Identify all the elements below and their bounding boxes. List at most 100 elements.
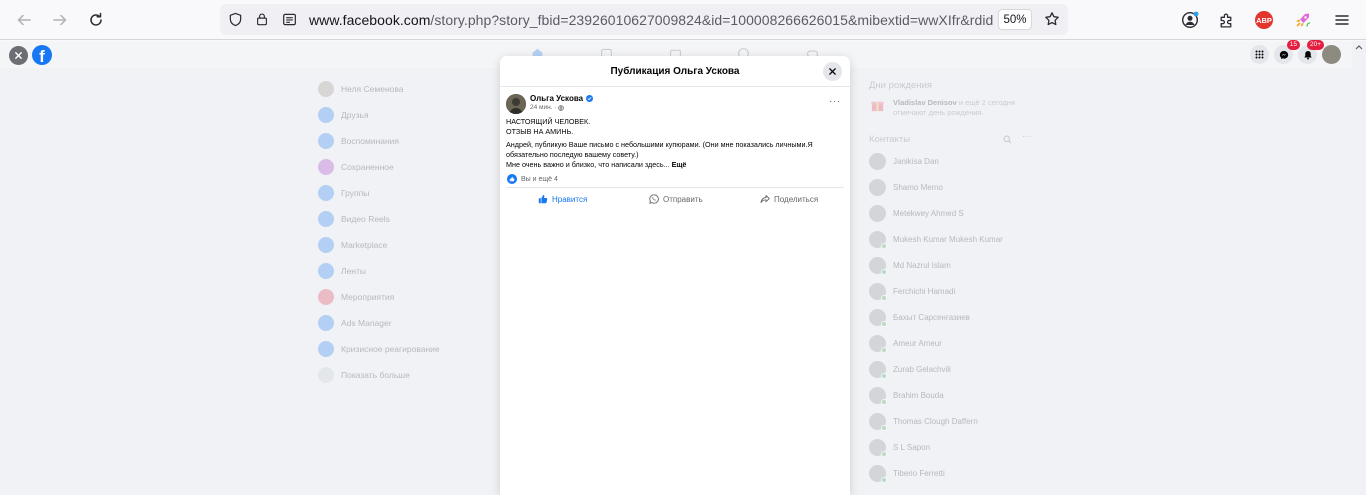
contact-item[interactable]: Md Nazrul Islam: [869, 256, 951, 275]
forward-button[interactable]: [47, 7, 73, 33]
contact-name: S L Sapon: [893, 442, 931, 452]
post-modal: Публикация Ольга Ускова Ольга Ускова 24 …: [500, 56, 850, 495]
extensions-button[interactable]: [1214, 8, 1238, 32]
send-button[interactable]: Отправить: [649, 192, 703, 206]
contact-name: Mukesh Kumar Mukesh Kumar: [893, 234, 1003, 244]
contacts-more-icon[interactable]: ···: [1022, 131, 1032, 142]
sidebar-item[interactable]: Группы: [318, 184, 369, 202]
adblock-plus-icon: ABP: [1255, 11, 1273, 29]
contact-item[interactable]: Tiberio Ferretti: [869, 464, 945, 483]
reader-view-icon[interactable]: [280, 10, 298, 28]
author-avatar[interactable]: [506, 94, 526, 114]
online-indicator: [881, 294, 887, 301]
chevron-down-icon: [318, 367, 334, 383]
sidebar-item[interactable]: Сохраненное: [318, 158, 394, 176]
messenger-button[interactable]: 15: [1274, 40, 1300, 64]
sidebar-item[interactable]: Ленты: [318, 262, 366, 280]
contact-item[interactable]: Brahim Bouda: [869, 386, 944, 405]
account-button[interactable]: [1178, 8, 1202, 32]
post-text-line: НАСТОЯЩИЙ ЧЕЛОВЕК.: [506, 117, 591, 126]
crisis-icon: [318, 341, 334, 357]
friends-icon: [318, 107, 334, 123]
facebook-logo[interactable]: f: [32, 45, 52, 65]
post-options-button[interactable]: ···: [829, 96, 841, 107]
post-time[interactable]: 24 мин. ·: [530, 104, 565, 111]
like-button[interactable]: Нравится: [538, 192, 587, 206]
post-text-line-last: Мне очень важно и близко, что написали з…: [506, 160, 686, 170]
contact-avatar: [869, 152, 886, 170]
contact-avatar: [869, 178, 886, 196]
contact-item[interactable]: S L Sapon: [869, 438, 931, 457]
menu-button[interactable]: [1330, 8, 1354, 32]
whatsapp-icon: [649, 194, 659, 204]
sidebar-item[interactable]: Воспоминания: [318, 132, 399, 150]
bookmark-star-icon[interactable]: [1043, 10, 1061, 28]
online-indicator: [881, 450, 887, 457]
contact-item[interactable]: Janikisa Dan: [869, 152, 939, 170]
contact-name: Md Nazrul Islam: [893, 260, 951, 270]
contact-item[interactable]: Ferchichi Hamadi: [869, 282, 955, 301]
post-author[interactable]: Ольга Ускова: [530, 94, 594, 103]
online-indicator: [881, 346, 887, 353]
video-icon: [318, 211, 334, 227]
sidebar-item[interactable]: Неля Семенова: [318, 80, 404, 98]
reload-button[interactable]: [83, 7, 109, 33]
share-button[interactable]: Поделиться: [760, 192, 818, 206]
online-indicator: [881, 372, 887, 379]
address-bar[interactable]: www.facebook.com/story.php?story_fbid=23…: [220, 4, 1068, 35]
sidebar-item-label: Воспоминания: [341, 136, 400, 146]
scroll-up-icon[interactable]: [1355, 44, 1363, 50]
fb-account-avatar[interactable]: [1322, 45, 1341, 64]
share-label: Поделиться: [774, 194, 819, 204]
search-icon[interactable]: [1003, 135, 1012, 144]
thumbs-up-icon: [538, 195, 548, 204]
contact-name: Tiberio Ferretti: [893, 468, 945, 478]
share-icon: [760, 195, 770, 203]
sidebar-item[interactable]: Marketplace: [318, 236, 387, 254]
modal-title: Публикация Ольга Ускова: [610, 66, 740, 77]
notifications-button[interactable]: 20+: [1298, 40, 1324, 64]
zoom-level-badge[interactable]: 50%: [998, 9, 1032, 30]
sidebar-item[interactable]: Видео Reels: [318, 210, 390, 228]
online-indicator: [881, 242, 887, 249]
contact-item[interactable]: Zurab Gelachvili: [869, 360, 951, 379]
lock-icon[interactable]: [253, 10, 271, 28]
ads-icon: [318, 315, 334, 331]
fb-menu-button[interactable]: [1250, 45, 1269, 64]
sidebar-item[interactable]: Друзья: [318, 106, 369, 124]
birthdays-text[interactable]: Vladislav Denisov и ещё 2 сегодня отмеча…: [893, 98, 1033, 118]
contact-name: Metekwey Ahmed S: [893, 208, 964, 218]
url-text[interactable]: www.facebook.com/story.php?story_fbid=23…: [309, 12, 999, 28]
adblock-plus-button[interactable]: ABP: [1252, 8, 1276, 32]
sidebar-item[interactable]: Показать больше: [318, 366, 410, 384]
reload-icon: [90, 12, 102, 26]
tracking-shield-icon[interactable]: [226, 10, 244, 28]
contact-item[interactable]: Thomas Clough Daffern: [869, 412, 978, 431]
facebook-logo-letter: f: [39, 47, 45, 65]
back-button[interactable]: [11, 7, 37, 33]
contact-item[interactable]: Mukesh Kumar Mukesh Kumar: [869, 230, 1003, 249]
contact-name: Бахыт Сарсенгазиев: [893, 312, 970, 322]
addon-button[interactable]: [1291, 8, 1315, 32]
page-scrollbar[interactable]: [1352, 41, 1366, 495]
contact-name: Shamo Memo: [893, 182, 943, 192]
reactions-summary[interactable]: Вы и ещё 4: [507, 174, 558, 184]
contact-item[interactable]: Shamo Memo: [869, 178, 943, 196]
online-indicator: [881, 268, 887, 275]
sidebar-item[interactable]: Кризисное реагирование: [318, 340, 440, 358]
contact-item[interactable]: Metekwey Ahmed S: [869, 204, 964, 222]
contact-name: Janikisa Dan: [893, 156, 939, 166]
contact-item[interactable]: Бахыт Сарсенгазиев: [869, 308, 970, 327]
sidebar-item[interactable]: Мероприятия: [318, 288, 394, 306]
messenger-icon: [1279, 50, 1288, 59]
sidebar-item-label: Группы: [341, 188, 370, 198]
contact-item[interactable]: Ameur Ameur: [869, 334, 942, 353]
memories-icon: [318, 133, 334, 149]
modal-close-button[interactable]: [823, 62, 842, 81]
see-more-link[interactable]: Ещё: [672, 160, 687, 169]
close-story-button[interactable]: [9, 46, 28, 65]
sidebar-item[interactable]: Ads Manager: [318, 314, 392, 332]
contact-name: Brahim Bouda: [893, 390, 944, 400]
sidebar-item-label: Мероприятия: [341, 292, 395, 302]
birthdays-title: Дни рождения: [869, 80, 932, 91]
